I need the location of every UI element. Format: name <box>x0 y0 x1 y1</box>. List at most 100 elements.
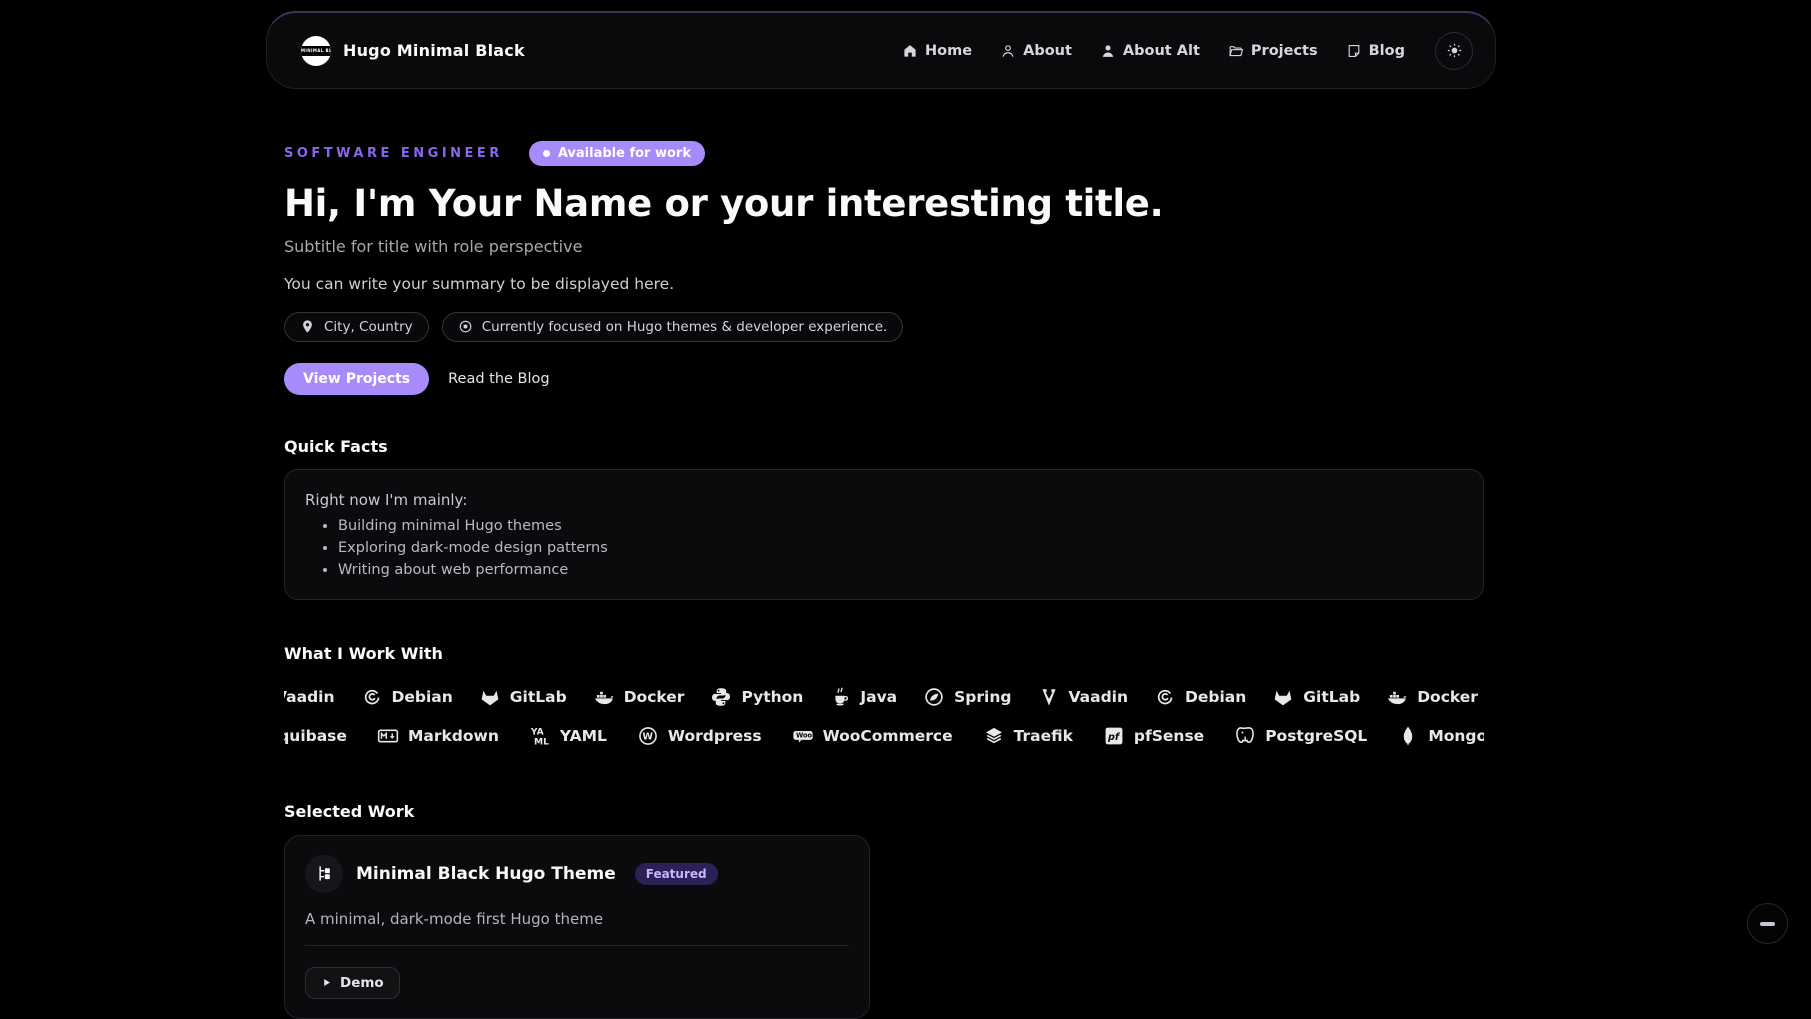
tech-label: Traefik <box>1014 727 1073 745</box>
target-icon <box>458 319 473 334</box>
tech-item-docker: Docker <box>593 686 685 708</box>
tech-label: YAML <box>560 727 607 745</box>
main-content: SOFTWARE ENGINEER Available for work Hi,… <box>284 89 1484 1019</box>
nav-link-projects[interactable]: Projects <box>1228 43 1318 59</box>
mongodb-icon <box>1397 725 1419 747</box>
project-card: Minimal Black Hugo Theme Featured A mini… <box>284 835 870 1019</box>
user-filled-icon <box>1100 43 1116 59</box>
tech-row-2: Liquibase Markdown YAML YAML W Wordpress… <box>284 717 1484 756</box>
tech-label: Python <box>741 688 803 706</box>
tech-row-1: Vaadin Debian GitLab Docker Python <box>284 678 1478 717</box>
tech-marquee: Vaadin Debian GitLab Docker Python <box>284 678 1484 756</box>
demo-button-label: Demo <box>340 975 384 991</box>
tech-item-yaml: YAML YAML <box>529 725 607 747</box>
project-avatar <box>305 855 343 893</box>
svg-text:W: W <box>642 732 653 743</box>
docker-icon <box>1386 686 1408 708</box>
focus-chip-label: Currently focused on Hugo themes & devel… <box>482 319 888 335</box>
tech-label: WooCommerce <box>823 727 953 745</box>
availability-badge: Available for work <box>529 141 705 166</box>
tech-label: Debian <box>1185 688 1246 706</box>
read-blog-link[interactable]: Read the Blog <box>443 371 555 387</box>
tech-label: pfSense <box>1134 727 1204 745</box>
debian-icon <box>361 686 383 708</box>
nav-label: Blog <box>1369 43 1405 59</box>
tech-label: Debian <box>392 688 453 706</box>
tech-label: Docker <box>624 688 685 706</box>
tech-item-debian: Debian <box>1154 686 1246 708</box>
spring-icon <box>923 686 945 708</box>
tech-label: Vaadin <box>1069 688 1129 706</box>
project-card-header: Minimal Black Hugo Theme Featured <box>305 855 849 893</box>
markdown-icon <box>377 725 399 747</box>
view-projects-button[interactable]: View Projects <box>284 363 429 395</box>
quick-facts-list: Building minimal Hugo themes Exploring d… <box>305 518 1463 578</box>
tech-item-liquibase: Liquibase <box>284 725 347 747</box>
tech-label: Docker <box>1417 688 1478 706</box>
card-divider <box>305 945 849 946</box>
nav-link-home[interactable]: Home <box>902 43 972 59</box>
tech-title: What I Work With <box>284 644 1484 663</box>
tech-label: Java <box>860 688 897 706</box>
minimize-widget-button[interactable] <box>1747 903 1788 944</box>
tech-item-vaadin: Vaadin <box>1038 686 1129 708</box>
svg-text:ML: ML <box>534 737 549 748</box>
play-icon <box>321 977 332 988</box>
tech-item-postgresql: PostgreSQL <box>1234 725 1367 747</box>
gitlab-icon <box>479 686 501 708</box>
hero-cta-row: View Projects Read the Blog <box>284 363 1484 395</box>
tech-item-wordpress: W Wordpress <box>637 725 762 747</box>
nav-label: Projects <box>1251 43 1318 59</box>
tech-item-python: Python <box>710 686 803 708</box>
quick-fact-item: Exploring dark-mode design patterns <box>338 540 1463 556</box>
location-chip-label: City, Country <box>324 319 413 335</box>
tech-item-traefik: Traefik <box>983 725 1073 747</box>
demo-button[interactable]: Demo <box>305 967 400 999</box>
map-pin-icon <box>300 319 315 334</box>
hero-eyebrow-row: SOFTWARE ENGINEER Available for work <box>284 141 1484 166</box>
yaml-icon: YAML <box>529 725 551 747</box>
woocommerce-icon: Woo <box>792 725 814 747</box>
java-icon <box>829 686 851 708</box>
gitlab-icon <box>1272 686 1294 708</box>
tech-item-spring: Spring <box>923 686 1011 708</box>
project-description: A minimal, dark-mode first Hugo theme <box>305 910 849 928</box>
page-title: Hi, I'm Your Name or your interesting ti… <box>284 183 1484 226</box>
nav-link-about[interactable]: About <box>1000 43 1072 59</box>
python-icon <box>710 686 732 708</box>
svg-text:pf: pf <box>1107 733 1121 744</box>
theme-toggle-button[interactable] <box>1435 32 1473 70</box>
brand[interactable]: MINIMAL BLACK Hugo Minimal Black <box>301 36 525 66</box>
quick-facts-section: Quick Facts Right now I'm mainly: Buildi… <box>284 437 1484 600</box>
tech-label: Spring <box>954 688 1011 706</box>
tech-item-docker: Docker <box>1386 686 1478 708</box>
traefik-icon <box>983 725 1005 747</box>
tech-item-mongodb: MongoDB <box>1397 725 1484 747</box>
tech-item-java: Java <box>829 686 897 708</box>
hero-section: SOFTWARE ENGINEER Available for work Hi,… <box>284 141 1484 395</box>
tech-item-gitlab: GitLab <box>1272 686 1360 708</box>
nav-link-blog[interactable]: Blog <box>1346 43 1405 59</box>
selected-work-section: Selected Work Minimal Black Hugo Theme F… <box>284 802 1484 1019</box>
tech-item-gitlab: GitLab <box>479 686 567 708</box>
tech-item-woocommerce: Woo WooCommerce <box>792 725 953 747</box>
tech-label: Wordpress <box>668 727 762 745</box>
pfsense-icon: pf <box>1103 725 1125 747</box>
quick-fact-item: Writing about web performance <box>338 562 1463 578</box>
vaadin-icon <box>1038 686 1060 708</box>
quick-facts-card: Right now I'm mainly: Building minimal H… <box>284 469 1484 600</box>
featured-badge: Featured <box>635 863 718 885</box>
nav-link-about-alt[interactable]: About Alt <box>1100 43 1200 59</box>
quick-facts-intro: Right now I'm mainly: <box>305 491 1463 509</box>
tech-label: GitLab <box>1303 688 1360 706</box>
tech-label: MongoDB <box>1428 727 1484 745</box>
nav-label: Home <box>925 43 972 59</box>
sitemap-icon <box>315 864 334 883</box>
hero-summary: You can write your summary to be display… <box>284 275 1484 293</box>
site-logo-icon: MINIMAL BLACK <box>301 36 331 66</box>
user-outline-icon <box>1000 43 1016 59</box>
focus-chip: Currently focused on Hugo themes & devel… <box>442 312 904 342</box>
home-icon <box>902 43 918 59</box>
folder-icon <box>1228 43 1244 59</box>
sun-icon <box>1446 42 1463 59</box>
